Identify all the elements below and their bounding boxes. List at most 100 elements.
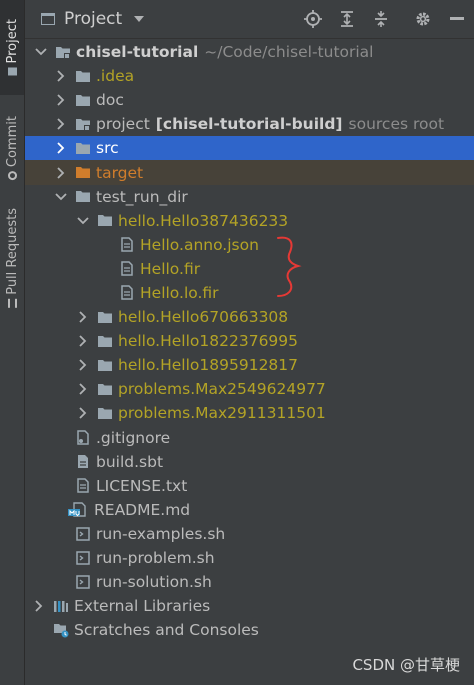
pull-request-icon [7,298,17,308]
project-tree: chisel-tutorial ~/Code/chisel-tutorial .… [25,40,474,642]
tree-row-file[interactable]: run-problem.sh [25,546,474,570]
project-tab-label: Project [4,19,20,64]
chevron-right-icon[interactable] [55,118,67,130]
idea-folder-label: .idea [96,67,135,86]
tree-row-test-run-dir[interactable]: test_run_dir [25,185,474,209]
chevron-right-icon[interactable] [77,407,89,420]
sources-root-note: sources root [348,115,445,134]
tree-row-scratches[interactable]: Scratches and Consoles [25,618,474,642]
chevron-right-icon[interactable] [77,359,89,371]
file-label: .gitignore [96,428,171,447]
file-label: Hello.lo.fir [140,283,219,302]
target-folder-label: target [96,163,144,182]
pull-requests-tool-tab[interactable]: Pull Requests [0,198,24,318]
tree-row-file[interactable]: Hello.fir [25,257,474,281]
tree-row-dir[interactable]: hello.Hello1822376995 [25,329,474,353]
chevron-down-icon[interactable] [55,191,67,203]
tree-row-file[interactable]: Hello.anno.json [25,233,474,257]
commit-tool-tab[interactable]: Commit [0,108,24,188]
commit-icon [7,171,17,181]
locate-icon[interactable] [296,0,330,38]
library-icon [53,598,69,614]
tree-row-file[interactable]: build.sbt [25,450,474,474]
shell-script-icon [75,526,91,542]
file-label: build.sbt [96,452,164,471]
chevron-down-icon[interactable] [77,215,89,227]
chevron-right-icon[interactable] [33,600,45,612]
file-icon [119,261,135,277]
project-view-header: Project [25,0,474,39]
file-icon [119,285,135,301]
tree-row-hello-expanded[interactable]: hello.Hello387436233 [25,209,474,233]
file-label: run-problem.sh [96,549,215,568]
file-label: Hello.fir [140,259,201,278]
tree-row-file[interactable]: README.md [25,498,474,522]
shell-script-icon [75,550,91,566]
hide-icon[interactable] [440,0,474,38]
tree-row-project[interactable]: project [chisel-tutorial-build] sources … [25,112,474,136]
folder-icon [7,67,17,76]
hello-dir-label: hello.Hello387436233 [118,211,289,230]
tree-row-src[interactable]: src [25,136,474,161]
brace-annotation [277,236,302,297]
tree-row-dir[interactable]: hello.Hello670663308 [25,305,474,329]
external-libraries-label: External Libraries [74,597,211,616]
tree-row-idea[interactable]: .idea [25,64,474,88]
collapse-all-icon[interactable] [364,0,398,38]
view-dropdown-icon[interactable] [134,16,145,22]
chevron-right-icon[interactable] [55,94,67,106]
chevron-right-icon[interactable] [55,166,67,179]
project-tool-tab[interactable]: Project [0,0,24,95]
folder-icon [97,213,113,229]
scratches-label: Scratches and Consoles [74,621,259,640]
chevron-down-icon[interactable] [35,46,47,58]
dir-label: hello.Hello1822376995 [118,332,299,351]
gitignore-file-icon [75,430,91,446]
view-title[interactable]: Project [64,9,122,29]
chevron-right-icon[interactable] [77,383,89,395]
chevron-right-icon[interactable] [55,142,67,155]
gear-icon[interactable] [406,0,440,38]
excluded-folder-icon [75,165,91,181]
folder-icon [97,333,113,349]
scratches-icon [53,622,69,638]
file-label: run-solution.sh [96,573,212,592]
tree-row-file[interactable]: run-examples.sh [25,522,474,546]
tree-row-file[interactable]: Hello.lo.fir [25,281,474,305]
dir-label: problems.Max2549624977 [118,380,326,399]
project-window-icon [41,13,55,25]
text-file-icon [75,478,91,494]
tree-row-file[interactable]: run-solution.sh [25,570,474,594]
root-name: chisel-tutorial [76,43,199,62]
file-label: LICENSE.txt [96,476,188,495]
expand-all-icon[interactable] [330,0,364,38]
tree-row-external-libraries[interactable]: External Libraries [25,594,474,618]
chevron-right-icon[interactable] [77,335,89,347]
src-folder-label: src [96,139,119,158]
folder-icon [97,357,113,373]
watermark: CSDN @甘草梗 [352,656,460,674]
tree-row-dir[interactable]: problems.Max2549624977 [25,377,474,401]
shell-script-icon [75,574,91,590]
tree-row-file[interactable]: .gitignore [25,426,474,450]
tree-row-file[interactable]: LICENSE.txt [25,474,474,498]
folder-icon [75,140,91,156]
folder-icon [75,92,91,108]
chevron-right-icon[interactable] [55,70,67,82]
tree-row-root[interactable]: chisel-tutorial ~/Code/chisel-tutorial [25,40,474,64]
tree-row-dir[interactable]: problems.Max2911311501 [25,401,474,425]
markdown-file-icon [67,502,89,518]
folder-icon [97,405,113,421]
file-label: README.md [94,500,191,519]
tree-row-target[interactable]: target [25,160,474,185]
module-folder-icon [75,116,91,132]
file-icon [119,237,135,253]
tree-row-dir[interactable]: hello.Hello1895912817 [25,353,474,377]
sbt-file-icon [75,454,91,470]
dir-label: hello.Hello670663308 [118,308,289,327]
tree-row-doc[interactable]: doc [25,88,474,112]
pull-requests-tab-label: Pull Requests [4,208,20,295]
file-label: run-examples.sh [96,524,226,543]
dir-label: hello.Hello1895912817 [118,356,299,375]
chevron-right-icon[interactable] [77,311,89,323]
